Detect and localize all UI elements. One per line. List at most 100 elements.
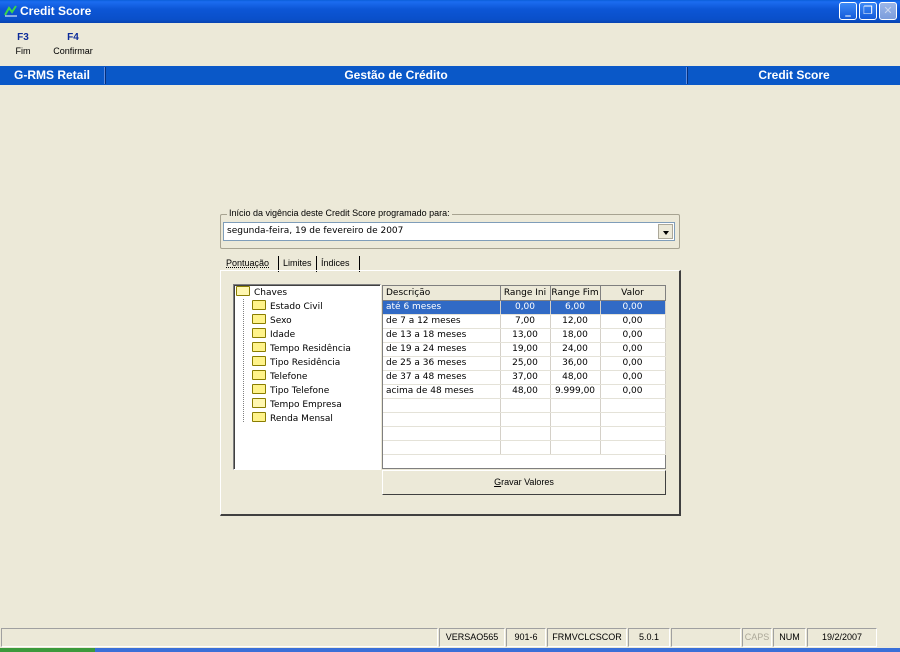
f4-action-label: Confirmar bbox=[53, 46, 93, 56]
table-row-empty[interactable] bbox=[383, 426, 666, 441]
cell-range-fim[interactable]: 36,00 bbox=[550, 356, 601, 371]
cell-range-ini[interactable]: 19,00 bbox=[500, 342, 551, 357]
cell-descricao[interactable]: de 13 a 18 meses bbox=[383, 328, 501, 343]
status-bar: VERSAO565 901-6 FRMVCLCSCOR 5.0.1 CAPS N… bbox=[0, 628, 900, 647]
score-ranges-grid[interactable]: Descrição Range Ini Range Fim Valor até … bbox=[382, 285, 666, 469]
table-row[interactable]: de 37 a 48 meses 37,00 48,00 0,00 bbox=[383, 370, 666, 385]
cell-valor[interactable]: 0,00 bbox=[600, 328, 666, 343]
column-header-valor[interactable]: Valor bbox=[600, 286, 666, 301]
status-num-indicator: NUM bbox=[773, 628, 806, 647]
cell-valor[interactable]: 0,00 bbox=[600, 342, 666, 357]
table-row-selected[interactable]: até 6 meses 0,00 6,00 0,00 bbox=[383, 300, 666, 315]
cell-descricao[interactable]: de 37 a 48 meses bbox=[383, 370, 501, 385]
column-header-range-fim[interactable]: Range Fim bbox=[550, 286, 601, 301]
cell-range-fim[interactable]: 24,00 bbox=[550, 342, 601, 357]
table-row[interactable]: de 13 a 18 meses 13,00 18,00 0,00 bbox=[383, 328, 666, 343]
chaves-tree[interactable]: Chaves Estado Civil Sexo Idade Tempo Res… bbox=[233, 284, 381, 470]
tree-node-root[interactable]: Chaves bbox=[236, 286, 287, 300]
cell-descricao[interactable]: até 6 meses bbox=[383, 300, 501, 315]
tree-node-label: Sexo bbox=[270, 316, 292, 326]
folder-icon bbox=[252, 370, 266, 380]
folder-icon bbox=[252, 300, 266, 310]
status-release: 5.0.1 bbox=[628, 628, 670, 647]
cell-range-ini[interactable]: 7,00 bbox=[500, 314, 551, 329]
gravar-label: ravar Valores bbox=[501, 477, 554, 487]
cell-valor[interactable]: 0,00 bbox=[600, 370, 666, 385]
status-date: 19/2/2007 bbox=[807, 628, 877, 647]
folder-icon bbox=[252, 384, 266, 394]
cell-valor[interactable]: 0,00 bbox=[600, 314, 666, 329]
cell-range-fim[interactable]: 9.999,00 bbox=[550, 384, 601, 399]
grid-header-row: Descrição Range Ini Range Fim Valor bbox=[383, 286, 666, 301]
table-row[interactable]: de 7 a 12 meses 7,00 12,00 0,00 bbox=[383, 314, 666, 329]
status-form-name: FRMVCLCSCOR bbox=[547, 628, 627, 647]
status-code: 901-6 bbox=[506, 628, 546, 647]
tree-node-selected[interactable]: Tempo Empresa bbox=[252, 398, 342, 412]
column-header-descricao[interactable]: Descrição bbox=[383, 286, 501, 301]
tree-node-label: Tipo Residência bbox=[270, 358, 341, 368]
tree-node-label: Renda Mensal bbox=[270, 414, 333, 424]
table-row[interactable]: de 25 a 36 meses 25,00 36,00 0,00 bbox=[383, 356, 666, 371]
cell-range-ini[interactable]: 13,00 bbox=[500, 328, 551, 343]
cell-range-fim[interactable]: 18,00 bbox=[550, 328, 601, 343]
start-button-edge[interactable] bbox=[0, 648, 95, 652]
cell-range-ini[interactable]: 48,00 bbox=[500, 384, 551, 399]
cell-range-fim[interactable]: 6,00 bbox=[550, 300, 601, 315]
minimize-button[interactable]: _ bbox=[839, 2, 857, 20]
title-bar[interactable]: Credit Score _ ❐ ✕ bbox=[0, 0, 900, 23]
f3-fim-button[interactable]: F3 Fim bbox=[10, 32, 36, 56]
tree-node[interactable]: Sexo bbox=[252, 314, 292, 328]
tree-node[interactable]: Idade bbox=[252, 328, 295, 342]
table-row-empty[interactable] bbox=[383, 440, 666, 455]
vigencia-date-value: segunda-feira, 19 de fevereiro de 2007 bbox=[227, 226, 404, 236]
tree-node-label: Telefone bbox=[270, 372, 308, 382]
cell-range-fim[interactable]: 48,00 bbox=[550, 370, 601, 385]
chevron-down-icon[interactable] bbox=[658, 224, 673, 239]
app-icon bbox=[4, 5, 17, 17]
column-header-range-ini[interactable]: Range Ini bbox=[500, 286, 551, 301]
tree-node[interactable]: Telefone bbox=[252, 370, 307, 384]
cell-valor[interactable]: 0,00 bbox=[600, 384, 666, 399]
cell-descricao[interactable]: de 25 a 36 meses bbox=[383, 356, 501, 371]
vigencia-date-select[interactable]: segunda-feira, 19 de fevereiro de 2007 bbox=[223, 222, 675, 241]
f3-action-label: Fim bbox=[15, 46, 31, 56]
cell-range-fim[interactable]: 12,00 bbox=[550, 314, 601, 329]
table-row[interactable]: de 19 a 24 meses 19,00 24,00 0,00 bbox=[383, 342, 666, 357]
tree-node-label: Chaves bbox=[254, 288, 288, 298]
tree-node-label: Tempo Empresa bbox=[270, 400, 342, 410]
restore-button[interactable]: ❐ bbox=[859, 2, 877, 20]
cell-valor[interactable]: 0,00 bbox=[600, 300, 666, 315]
status-message-panel bbox=[1, 628, 438, 647]
tree-node[interactable]: Tipo Residência bbox=[252, 356, 340, 370]
f4-confirmar-button[interactable]: F4 Confirmar bbox=[50, 32, 96, 56]
close-button[interactable]: ✕ bbox=[879, 2, 897, 20]
cell-valor[interactable]: 0,00 bbox=[600, 356, 666, 371]
tree-connector-line bbox=[243, 299, 244, 422]
window-title: Credit Score bbox=[20, 4, 92, 18]
cell-descricao[interactable]: acima de 48 meses bbox=[383, 384, 501, 399]
folder-icon bbox=[252, 356, 266, 366]
cell-descricao[interactable]: de 7 a 12 meses bbox=[383, 314, 501, 329]
table-row-empty[interactable] bbox=[383, 412, 666, 427]
cell-range-ini[interactable]: 0,00 bbox=[500, 300, 551, 315]
tree-node[interactable]: Tipo Telefone bbox=[252, 384, 329, 398]
taskbar-strip bbox=[0, 648, 900, 652]
gravar-valores-button[interactable]: Gravar Valores bbox=[382, 470, 666, 495]
table-row[interactable]: acima de 48 meses 48,00 9.999,00 0,00 bbox=[383, 384, 666, 399]
score-ranges-table: Descrição Range Ini Range Fim Valor até … bbox=[383, 286, 666, 455]
tree-node-label: Tempo Residência bbox=[270, 344, 351, 354]
tree-node-label: Estado Civil bbox=[270, 302, 323, 312]
table-row-empty[interactable] bbox=[383, 398, 666, 413]
tree-node[interactable]: Estado Civil bbox=[252, 300, 323, 314]
cell-range-ini[interactable]: 25,00 bbox=[500, 356, 551, 371]
cell-range-ini[interactable]: 37,00 bbox=[500, 370, 551, 385]
f3-key-label: F3 bbox=[17, 32, 29, 43]
status-version: VERSAO565 bbox=[439, 628, 505, 647]
folder-icon bbox=[252, 314, 266, 324]
tree-node[interactable]: Renda Mensal bbox=[252, 412, 333, 426]
status-empty-panel bbox=[671, 628, 741, 647]
f4-key-label: F4 bbox=[67, 32, 79, 43]
tree-node[interactable]: Tempo Residência bbox=[252, 342, 351, 356]
cell-descricao[interactable]: de 19 a 24 meses bbox=[383, 342, 501, 357]
open-folder-icon bbox=[236, 286, 250, 296]
